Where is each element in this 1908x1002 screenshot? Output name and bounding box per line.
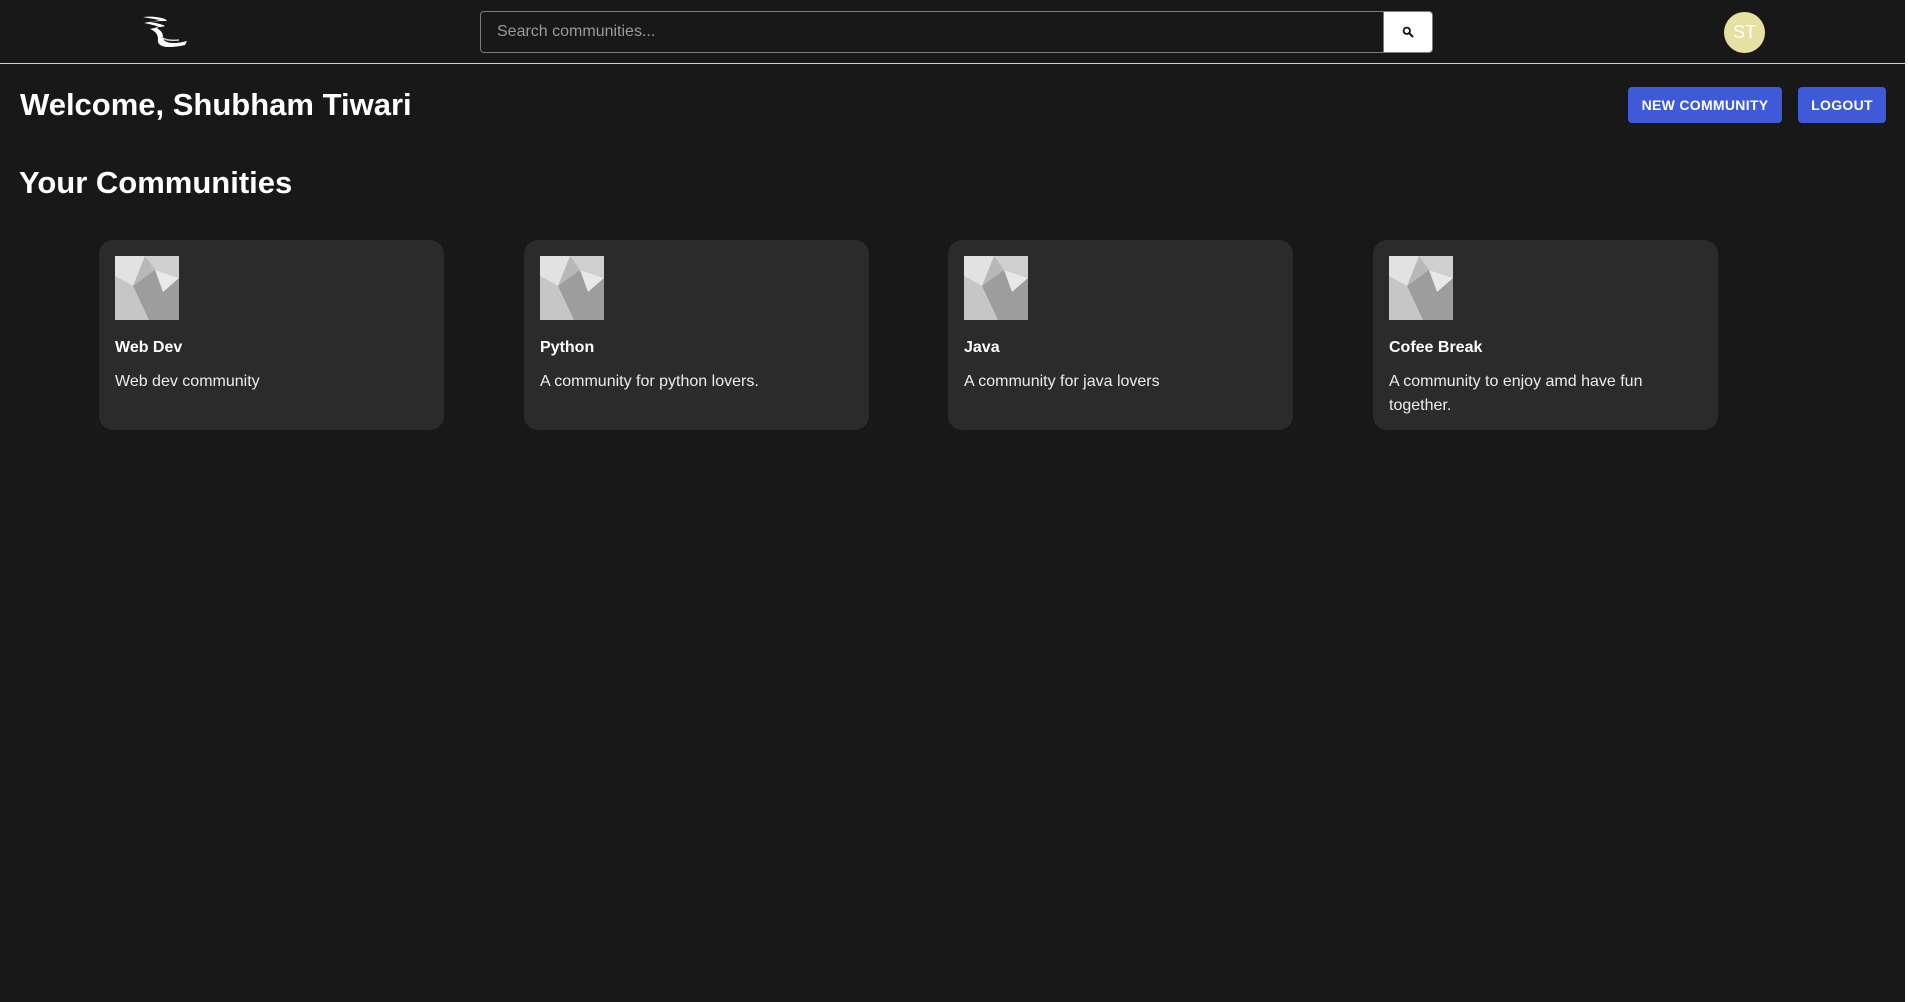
viewport: ST Welcome, Shubham Tiwari NEW COMMUNITY…	[0, 0, 1908, 1002]
search-button[interactable]	[1383, 11, 1433, 53]
bird-swoosh-logo-icon[interactable]	[141, 13, 189, 49]
user-avatar[interactable]: ST	[1724, 12, 1765, 53]
page: ST Welcome, Shubham Tiwari NEW COMMUNITY…	[0, 0, 1905, 1002]
community-description: A community for java lovers	[964, 373, 1160, 390]
top-navbar: ST	[0, 0, 1905, 64]
welcome-heading: Welcome, Shubham Tiwari	[20, 87, 412, 122]
community-card-web-dev[interactable]: Web Dev Web dev community	[99, 240, 444, 430]
community-card-java[interactable]: Java A community for java lovers	[948, 240, 1293, 430]
community-thumbnail-icon	[115, 256, 179, 320]
community-thumbnail-icon	[540, 256, 604, 320]
community-card-cofee-break[interactable]: Cofee Break A community to enjoy amd hav…	[1373, 240, 1718, 430]
search-form	[480, 11, 1433, 53]
community-description: A community to enjoy amd have fun togeth…	[1389, 373, 1643, 414]
community-card-python[interactable]: Python A community for python lovers.	[524, 240, 869, 430]
community-description: Web dev community	[115, 373, 260, 390]
community-name: Java	[964, 339, 1000, 356]
community-name: Cofee Break	[1389, 339, 1483, 356]
search-icon	[1402, 26, 1414, 38]
avatar-initials: ST	[1732, 22, 1756, 42]
your-communities-heading: Your Communities	[19, 165, 293, 200]
logout-button[interactable]: LOGOUT	[1798, 87, 1886, 123]
community-thumbnail-icon	[1389, 256, 1453, 320]
community-name: Web Dev	[115, 339, 183, 356]
community-description: A community for python lovers.	[540, 373, 759, 390]
community-name: Python	[540, 339, 595, 356]
community-thumbnail-icon	[964, 256, 1028, 320]
new-community-button[interactable]: NEW COMMUNITY	[1628, 87, 1782, 123]
search-input[interactable]	[480, 11, 1383, 53]
